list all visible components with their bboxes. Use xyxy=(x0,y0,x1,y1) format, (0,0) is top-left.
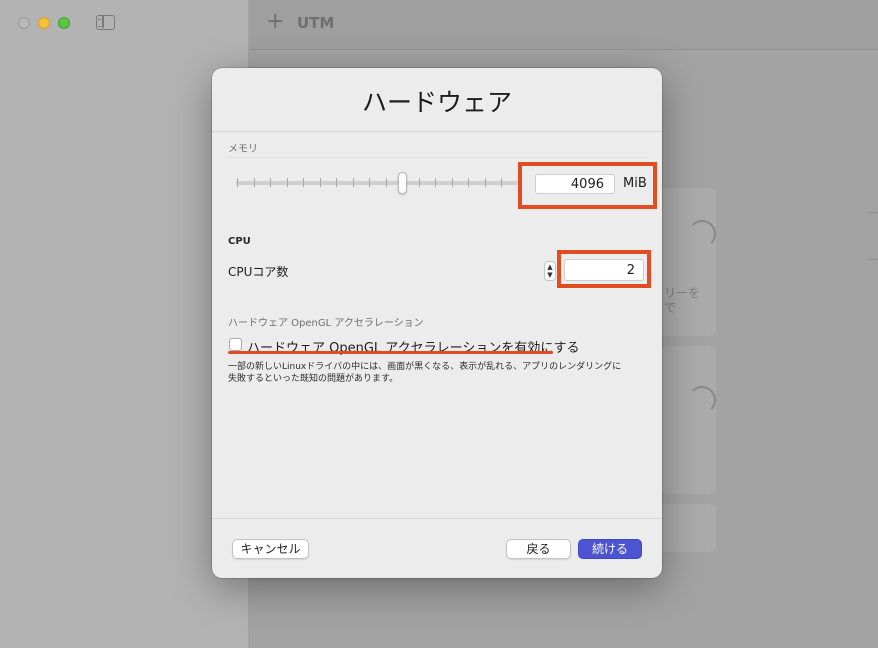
slider-tick xyxy=(287,178,288,187)
slider-tick xyxy=(353,178,354,187)
opengl-highlight-underline xyxy=(228,351,553,354)
cpu-cores-input[interactable]: 2 xyxy=(564,259,644,281)
divider xyxy=(212,518,662,519)
background-card-icon xyxy=(688,386,716,414)
memory-slider-knob[interactable] xyxy=(398,172,407,194)
slider-tick xyxy=(468,178,469,187)
background-card xyxy=(660,346,716,494)
opengl-checkbox[interactable] xyxy=(229,338,242,351)
app-title: UTM xyxy=(297,14,335,32)
opengl-note: 一部の新しいLinuxドライバの中には、画面が黒くなる、表示が乱れる、アプリのレ… xyxy=(228,362,622,384)
slider-tick xyxy=(320,178,321,187)
memory-input[interactable]: 4096 xyxy=(535,174,615,194)
background-card xyxy=(660,504,716,552)
background-card-icon xyxy=(688,220,716,248)
add-vm-icon[interactable]: + xyxy=(266,11,284,33)
slider-tick xyxy=(270,178,271,187)
sidebar-toggle-icon[interactable] xyxy=(96,15,115,30)
cpu-cores-label: CPUコア数 xyxy=(228,265,289,279)
hardware-dialog: ハードウェア メモリ 4096 MiB CPU CPUコア数 ▲ ▼ 2 ハード… xyxy=(212,68,662,578)
slider-tick xyxy=(386,178,387,187)
slider-tick xyxy=(237,178,238,187)
slider-tick xyxy=(452,178,453,187)
slider-tick xyxy=(254,178,255,187)
slider-tick xyxy=(435,178,436,187)
memory-section-label: メモリ xyxy=(228,144,258,155)
divider xyxy=(228,157,648,158)
slider-tick xyxy=(419,178,420,187)
slider-tick xyxy=(501,178,502,187)
dialog-title: ハードウェア xyxy=(361,88,512,117)
slider-tick xyxy=(336,178,337,187)
back-button[interactable]: 戻る xyxy=(506,539,571,559)
window-zoom-button[interactable] xyxy=(58,17,70,29)
slider-tick xyxy=(369,178,370,187)
slider-tick xyxy=(485,178,486,187)
divider xyxy=(212,131,662,132)
window-minimize-button[interactable] xyxy=(38,17,50,29)
cpu-section-label: CPU xyxy=(228,236,251,247)
background-partial-text: リーを で xyxy=(664,286,701,315)
memory-slider-track[interactable] xyxy=(236,181,519,185)
stepper-down-icon[interactable]: ▼ xyxy=(545,271,555,279)
cpu-cores-stepper[interactable]: ▲ ▼ xyxy=(544,261,556,281)
toolbar xyxy=(250,0,878,50)
cancel-button[interactable]: キャンセル xyxy=(232,539,309,559)
window-close-button[interactable] xyxy=(18,17,30,29)
memory-unit: MiB xyxy=(623,176,647,191)
background-divider xyxy=(868,212,878,260)
opengl-section-label: ハードウェア OpenGL アクセラレーション xyxy=(228,318,424,329)
stepper-up-icon[interactable]: ▲ xyxy=(545,263,555,271)
continue-button[interactable]: 続ける xyxy=(578,539,642,559)
slider-tick xyxy=(303,178,304,187)
